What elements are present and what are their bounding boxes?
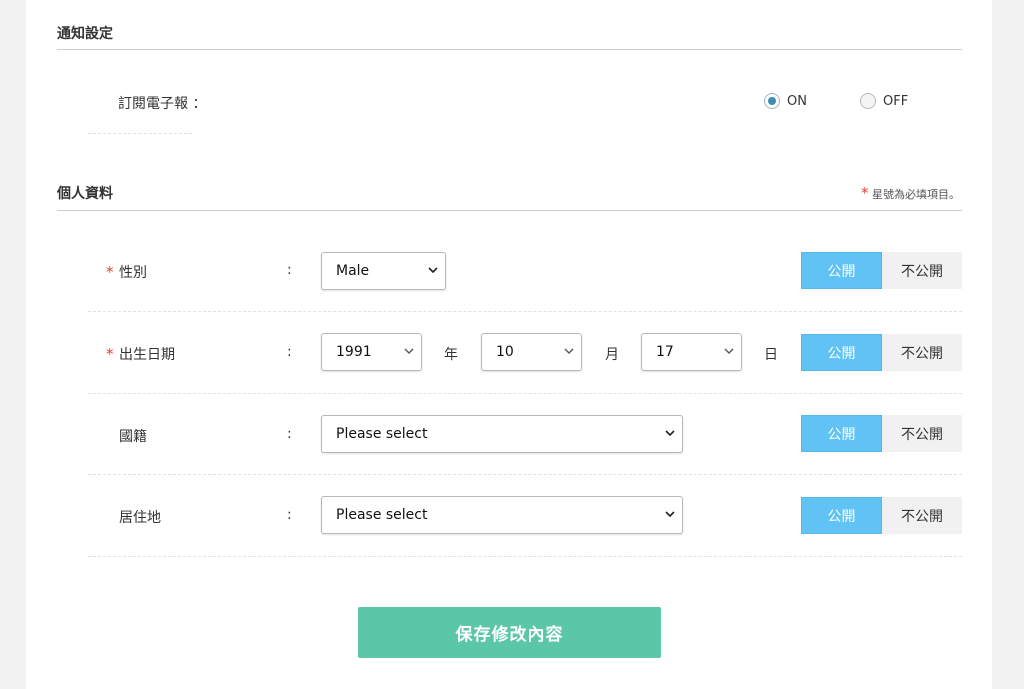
chevron-down-icon bbox=[564, 348, 574, 354]
chevron-down-icon bbox=[428, 267, 438, 274]
birthdate-label: * 出生日期 bbox=[106, 344, 175, 364]
residence-label: 居住地 bbox=[119, 510, 161, 526]
required-note-text: 星號為必填項目。 bbox=[872, 188, 960, 201]
row-divider bbox=[88, 393, 962, 394]
gender-private-button[interactable]: 不公開 bbox=[882, 252, 962, 289]
radio-unchecked-icon bbox=[860, 93, 876, 109]
gender-label-text: 性別 bbox=[119, 265, 147, 281]
birth-year-value: 1991 bbox=[336, 344, 372, 360]
colon: : bbox=[287, 262, 292, 278]
radio-checked-icon bbox=[764, 93, 780, 109]
year-unit: 年 bbox=[444, 347, 458, 363]
newsletter-on-radio[interactable]: ON bbox=[764, 93, 807, 109]
gender-label: * 性別 bbox=[106, 262, 147, 282]
newsletter-off-label: OFF bbox=[883, 93, 909, 109]
settings-panel: 通知設定 訂閱電子報 ： ON OFF 個人資料 * 星號為必填項目。 * 性別… bbox=[26, 0, 992, 689]
newsletter-on-label: ON bbox=[787, 93, 807, 109]
row-divider bbox=[88, 474, 962, 475]
residence-visibility-toggle: 公開 不公開 bbox=[801, 497, 962, 534]
birth-month-value: 10 bbox=[496, 344, 514, 360]
gender-select-value: Male bbox=[336, 263, 370, 279]
profile-section-title: 個人資料 bbox=[57, 186, 113, 202]
profile-section-divider bbox=[57, 210, 962, 211]
required-star-icon: * bbox=[861, 184, 869, 202]
birth-day-value: 17 bbox=[656, 344, 674, 360]
row-divider bbox=[88, 311, 962, 312]
row-divider bbox=[88, 556, 962, 557]
nationality-label: 國籍 bbox=[119, 429, 147, 445]
birthdate-public-button[interactable]: 公開 bbox=[801, 334, 882, 371]
chevron-down-icon bbox=[665, 511, 675, 518]
row-divider bbox=[88, 133, 192, 134]
notification-section-divider bbox=[57, 49, 962, 50]
residence-public-button[interactable]: 公開 bbox=[801, 497, 882, 534]
nationality-select-value: Please select bbox=[336, 426, 428, 442]
birthdate-private-button[interactable]: 不公開 bbox=[882, 334, 962, 371]
required-star-icon: * bbox=[106, 345, 114, 363]
residence-private-button[interactable]: 不公開 bbox=[882, 497, 962, 534]
nationality-public-button[interactable]: 公開 bbox=[801, 415, 882, 452]
gender-select[interactable]: Male bbox=[321, 252, 446, 290]
required-star-icon: * bbox=[106, 263, 114, 281]
month-unit: 月 bbox=[605, 347, 619, 363]
chevron-down-icon bbox=[724, 348, 734, 354]
residence-select[interactable]: Please select bbox=[321, 496, 683, 534]
notification-section-title: 通知設定 bbox=[57, 26, 113, 42]
save-button[interactable]: 保存修改內容 bbox=[358, 607, 661, 658]
birthdate-label-text: 出生日期 bbox=[119, 347, 175, 363]
gender-public-button[interactable]: 公開 bbox=[801, 252, 882, 289]
birth-day-select[interactable]: 17 bbox=[641, 333, 742, 371]
colon: : bbox=[287, 426, 292, 442]
nationality-select[interactable]: Please select bbox=[321, 415, 683, 453]
chevron-down-icon bbox=[665, 430, 675, 437]
birth-month-select[interactable]: 10 bbox=[481, 333, 582, 371]
birth-year-select[interactable]: 1991 bbox=[321, 333, 422, 371]
birthdate-visibility-toggle: 公開 不公開 bbox=[801, 334, 962, 371]
newsletter-off-radio[interactable]: OFF bbox=[860, 93, 908, 109]
nationality-visibility-toggle: 公開 不公開 bbox=[801, 415, 962, 452]
colon: : bbox=[287, 507, 292, 523]
nationality-private-button[interactable]: 不公開 bbox=[882, 415, 962, 452]
gender-visibility-toggle: 公開 不公開 bbox=[801, 252, 962, 289]
required-note: * 星號為必填項目。 bbox=[861, 184, 960, 202]
day-unit: 日 bbox=[764, 347, 778, 363]
colon: : bbox=[287, 344, 292, 360]
chevron-down-icon bbox=[404, 348, 414, 354]
residence-select-value: Please select bbox=[336, 507, 428, 523]
newsletter-label: 訂閱電子報 ： bbox=[118, 96, 207, 112]
